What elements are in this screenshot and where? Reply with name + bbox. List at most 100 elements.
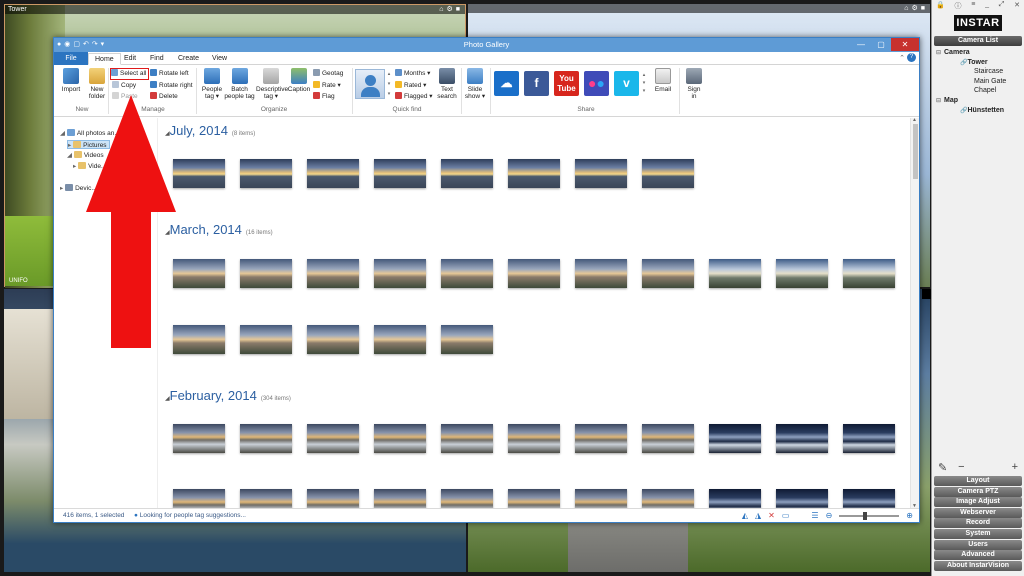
photo-thumbnail[interactable]: [843, 259, 895, 288]
gallery-scroll[interactable]: ▴ ▾ ▾: [386, 69, 392, 99]
tab-create[interactable]: Create: [172, 53, 205, 65]
group-header-july-2014[interactable]: ◢July, 2014 (8 items): [165, 123, 255, 138]
photo-thumbnail[interactable]: [508, 259, 560, 288]
tree-item[interactable]: ⊟ Camera: [936, 48, 1024, 58]
camera-controls-icons[interactable]: ⌂⚙■: [904, 4, 928, 13]
close-icon[interactable]: ✕: [1014, 1, 1020, 11]
scroll-up-icon[interactable]: ▲: [912, 117, 917, 123]
photo-thumbnail[interactable]: [709, 489, 761, 509]
tree-item[interactable]: Chapel: [936, 86, 1024, 96]
menu-button-system[interactable]: System: [934, 528, 1022, 539]
help-icon[interactable]: ?: [907, 53, 916, 62]
menu-icon[interactable]: ≡: [971, 1, 975, 11]
photo-thumbnail[interactable]: [642, 424, 694, 453]
photo-thumbnail[interactable]: [374, 159, 426, 188]
menu-button-record[interactable]: Record: [934, 518, 1022, 529]
photo-thumbnail[interactable]: [240, 259, 292, 288]
photo-thumbnail[interactable]: [307, 325, 359, 354]
photo-thumbnail[interactable]: [240, 489, 292, 509]
photo-thumbnail[interactable]: [508, 159, 560, 188]
facebook-icon[interactable]: f: [524, 71, 549, 96]
photo-thumbnail[interactable]: [173, 325, 225, 354]
photo-thumbnail[interactable]: [575, 259, 627, 288]
photo-thumbnail[interactable]: [374, 325, 426, 354]
text-search-button[interactable]: Text search: [435, 68, 459, 100]
photo-thumbnail[interactable]: [441, 489, 493, 509]
photo-thumbnail[interactable]: [642, 159, 694, 188]
tab-find[interactable]: Find: [144, 53, 170, 65]
tab-home[interactable]: Home: [88, 53, 121, 65]
photo-thumbnail[interactable]: [307, 489, 359, 509]
menu-button-users[interactable]: Users: [934, 539, 1022, 550]
rotate-right-button[interactable]: Rotate right: [150, 81, 193, 91]
flickr-icon[interactable]: ●●: [584, 71, 609, 96]
sign-in-button[interactable]: Sign in: [682, 68, 706, 100]
zoom-in-icon[interactable]: ⊕: [906, 509, 913, 523]
group-header-march-2014[interactable]: ◢March, 2014 (16 items): [165, 222, 273, 237]
photo-thumbnail[interactable]: [307, 424, 359, 453]
photo-thumbnail[interactable]: [843, 489, 895, 509]
photo-thumbnail[interactable]: [173, 424, 225, 453]
photo-thumbnail[interactable]: [575, 424, 627, 453]
tree-item[interactable]: ⊟ Map: [936, 96, 1024, 106]
expander-icon[interactable]: ⊟: [936, 49, 944, 59]
add-camera-button[interactable]: +: [1012, 461, 1018, 473]
edit-icon[interactable]: ✎: [938, 461, 947, 474]
photo-thumbnail[interactable]: [441, 325, 493, 354]
caption-button[interactable]: Caption: [287, 68, 311, 93]
collapse-ribbon-icon[interactable]: ⌃: [899, 54, 905, 62]
menu-button-layout[interactable]: Layout: [934, 476, 1022, 486]
delete-icon[interactable]: ✕: [768, 509, 775, 523]
tree-item[interactable]: Staircase: [936, 67, 1024, 77]
flagged-button[interactable]: Flagged ▾: [395, 92, 433, 102]
menu-button-camera-ptz[interactable]: Camera PTZ: [934, 486, 1022, 497]
tab-view[interactable]: View: [206, 53, 233, 65]
expander-icon[interactable]: ⊟: [936, 97, 944, 107]
photo-thumbnail[interactable]: [240, 325, 292, 354]
photo-thumbnail[interactable]: [575, 489, 627, 509]
minimize-button[interactable]: —: [851, 38, 871, 51]
photo-thumbnail[interactable]: [776, 259, 828, 288]
menu-button-about-instarvision[interactable]: About InstarVision: [934, 560, 1022, 571]
vertical-scrollbar[interactable]: ▲ ▼: [910, 117, 919, 509]
photo-thumbnail[interactable]: [441, 424, 493, 453]
import-button[interactable]: Import: [59, 68, 83, 93]
photo-thumbnail[interactable]: [374, 259, 426, 288]
maximize-button[interactable]: ▢: [871, 38, 891, 51]
info-icon[interactable]: ⓘ: [954, 1, 961, 11]
flag-button[interactable]: Flag: [313, 92, 335, 102]
tree-item[interactable]: 🔗Tower: [936, 58, 1024, 68]
batch-people-tag-button[interactable]: Batch people tag: [223, 68, 256, 100]
menu-button-advanced[interactable]: Advanced: [934, 550, 1022, 561]
photo-thumbnail[interactable]: [374, 424, 426, 453]
slide-show-button[interactable]: Slide show ▾: [463, 68, 487, 100]
slideshow-icon[interactable]: ▭: [782, 509, 790, 523]
rated-button[interactable]: Rated ▾: [395, 81, 426, 91]
share-gallery-scroll[interactable]: ▴ ▾ ▾: [641, 71, 647, 96]
menu-button-image-adjust[interactable]: Image Adjust: [934, 497, 1022, 508]
rotate-left-button[interactable]: Rotate left: [150, 69, 189, 79]
details-view-icon[interactable]: ☰: [811, 509, 818, 523]
group-header-february-2014[interactable]: ◢February, 2014 (304 items): [165, 388, 291, 403]
photo-thumbnail[interactable]: [173, 489, 225, 509]
panel-window-icons[interactable]: 🔒 ⓘ ≡ _ ⤢ ✕: [932, 0, 1024, 12]
zoom-out-icon[interactable]: ⊖: [826, 509, 833, 523]
photo-thumbnail[interactable]: [642, 259, 694, 288]
people-filter-gallery[interactable]: [355, 69, 385, 99]
photo-thumbnail[interactable]: [575, 159, 627, 188]
minimize-icon[interactable]: _: [985, 1, 989, 11]
close-button[interactable]: ✕: [891, 38, 919, 51]
scrollbar-thumb[interactable]: [913, 124, 918, 179]
photo-thumbnail[interactable]: [240, 424, 292, 453]
photo-thumbnail[interactable]: [307, 259, 359, 288]
zoom-slider[interactable]: [839, 512, 900, 520]
maximize-icon[interactable]: ⤢: [999, 1, 1005, 11]
tab-edit[interactable]: Edit: [118, 53, 142, 65]
lock-icon[interactable]: 🔒: [936, 1, 945, 11]
photo-thumbnail[interactable]: [843, 424, 895, 453]
onedrive-icon[interactable]: ☁: [494, 71, 519, 96]
remove-camera-button[interactable]: −: [958, 461, 964, 473]
camera-controls-icons[interactable]: ⌂⚙■: [439, 5, 463, 14]
tree-item[interactable]: Main Gate: [936, 77, 1024, 87]
photo-thumbnail[interactable]: [307, 159, 359, 188]
